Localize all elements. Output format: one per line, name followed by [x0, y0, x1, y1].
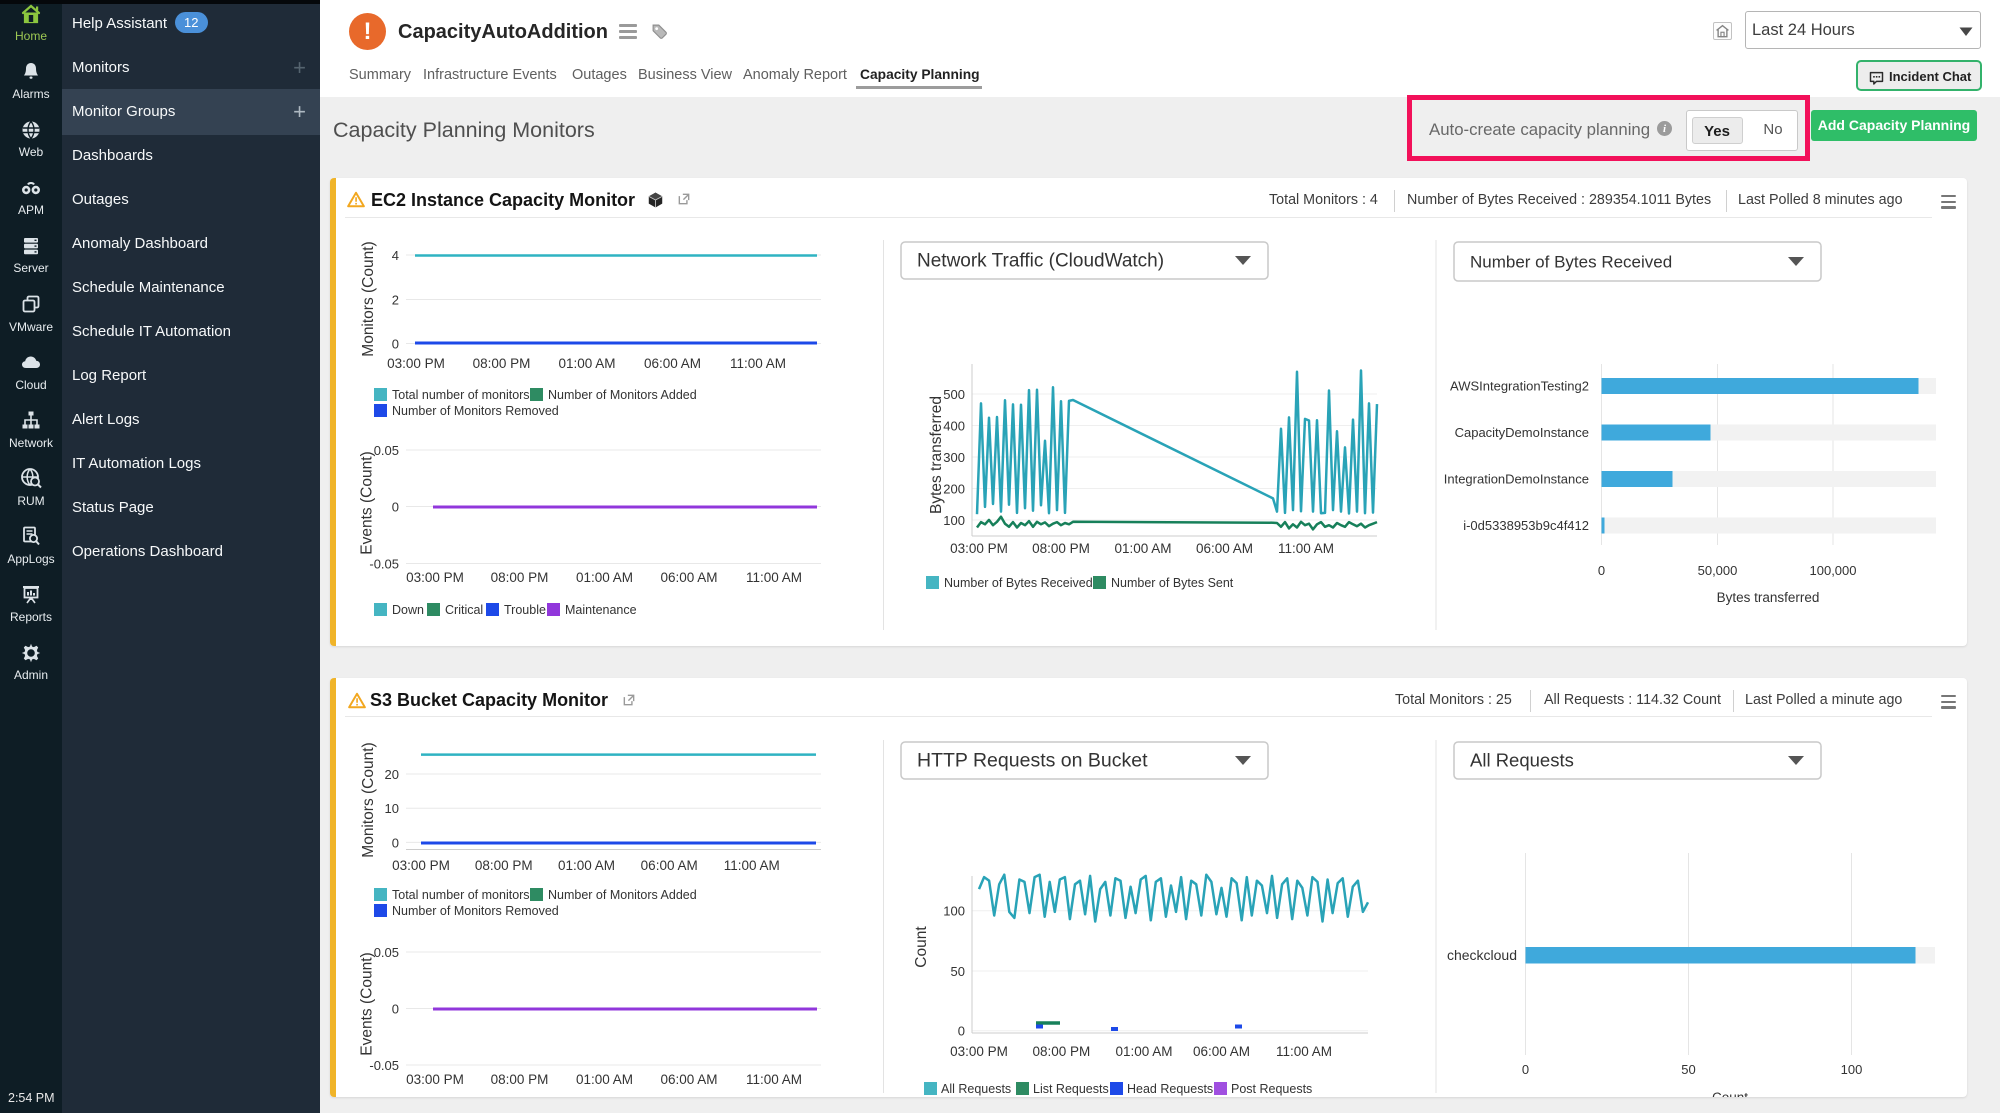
svg-text:4: 4	[392, 248, 399, 263]
svg-text:0: 0	[392, 337, 399, 352]
svg-text:06:00 AM: 06:00 AM	[644, 356, 701, 371]
svg-text:All Requests: All Requests	[941, 1082, 1011, 1096]
svg-text:Count: Count	[1712, 1090, 1748, 1097]
svg-text:HTTP Requests on Bucket: HTTP Requests on Bucket	[917, 750, 1148, 772]
svg-text:01:00 AM: 01:00 AM	[576, 570, 633, 585]
svg-text:300: 300	[943, 450, 965, 465]
svg-text:06:00 AM: 06:00 AM	[660, 570, 717, 585]
svg-text:03:00 PM: 03:00 PM	[392, 858, 450, 873]
svg-text:Count: Count	[913, 926, 930, 968]
svg-text:Number of Monitors Added: Number of Monitors Added	[548, 888, 697, 902]
svg-text:01:00 AM: 01:00 AM	[1114, 541, 1171, 556]
svg-text:11:00 AM: 11:00 AM	[1276, 1044, 1332, 1059]
svg-text:Number of Monitors Removed: Number of Monitors Removed	[392, 904, 559, 918]
svg-text:08:00 PM: 08:00 PM	[1032, 541, 1090, 556]
svg-text:Down: Down	[392, 603, 424, 617]
svg-text:Post Requests: Post Requests	[1231, 1082, 1312, 1096]
svg-text:01:00 AM: 01:00 AM	[1115, 1044, 1172, 1059]
svg-text:Maintenance: Maintenance	[565, 603, 637, 617]
svg-text:Number of Bytes Received: Number of Bytes Received	[1470, 253, 1672, 272]
svg-text:03:00 PM: 03:00 PM	[406, 1072, 464, 1087]
svg-text:11:00 AM: 11:00 AM	[746, 570, 802, 585]
svg-text:03:00 PM: 03:00 PM	[950, 541, 1008, 556]
svg-text:Number of Bytes Sent: Number of Bytes Sent	[1111, 576, 1234, 590]
svg-text:08:00 PM: 08:00 PM	[1033, 1044, 1091, 1059]
svg-text:Events (Count): Events (Count)	[359, 952, 376, 1055]
svg-text:06:00 AM: 06:00 AM	[1196, 541, 1253, 556]
svg-text:2: 2	[392, 293, 399, 308]
svg-text:06:00 AM: 06:00 AM	[641, 858, 698, 873]
svg-text:Head Requests: Head Requests	[1127, 1082, 1213, 1096]
svg-text:0: 0	[392, 1002, 399, 1017]
svg-text:0.05: 0.05	[374, 945, 399, 960]
svg-text:0: 0	[1522, 1062, 1529, 1077]
svg-text:01:00 AM: 01:00 AM	[558, 356, 615, 371]
svg-text:All Requests: All Requests	[1470, 750, 1574, 771]
svg-text:Number of Bytes Received: Number of Bytes Received	[944, 576, 1093, 590]
svg-text:100,000: 100,000	[1810, 563, 1857, 578]
svg-text:01:00 AM: 01:00 AM	[576, 1072, 633, 1087]
svg-text:Critical: Critical	[445, 603, 483, 617]
svg-text:-0.05: -0.05	[369, 557, 399, 572]
svg-text:Total number of monitors: Total number of monitors	[392, 888, 530, 902]
svg-text:08:00 PM: 08:00 PM	[491, 570, 549, 585]
svg-text:100: 100	[943, 513, 965, 528]
svg-text:11:00 AM: 11:00 AM	[730, 356, 786, 371]
svg-text:Number of Monitors Removed: Number of Monitors Removed	[392, 404, 559, 418]
svg-text:Total number of monitors: Total number of monitors	[392, 388, 530, 402]
svg-text:AWSIntegrationTesting2: AWSIntegrationTesting2	[1450, 379, 1589, 394]
svg-text:03:00 PM: 03:00 PM	[406, 570, 464, 585]
svg-text:08:00 PM: 08:00 PM	[475, 858, 533, 873]
svg-text:checkcloud: checkcloud	[1447, 947, 1517, 963]
svg-text:50,000: 50,000	[1698, 563, 1738, 578]
svg-text:08:00 PM: 08:00 PM	[473, 356, 531, 371]
svg-text:Monitors (Count): Monitors (Count)	[360, 241, 377, 356]
svg-text:0: 0	[1598, 563, 1605, 578]
svg-text:50: 50	[1681, 1062, 1695, 1077]
svg-text:11:00 AM: 11:00 AM	[724, 858, 780, 873]
svg-text:11:00 AM: 11:00 AM	[1278, 541, 1334, 556]
svg-text:Trouble: Trouble	[504, 603, 546, 617]
svg-text:06:00 AM: 06:00 AM	[1193, 1044, 1250, 1059]
svg-text:100: 100	[943, 904, 965, 919]
svg-text:0: 0	[392, 500, 399, 515]
svg-text:i-0d5338953b9c4f412: i-0d5338953b9c4f412	[1463, 518, 1589, 533]
svg-text:CapacityDemoInstance: CapacityDemoInstance	[1455, 425, 1589, 440]
svg-text:50: 50	[951, 964, 965, 979]
svg-text:IntegrationDemoInstance: IntegrationDemoInstance	[1444, 472, 1589, 487]
svg-text:03:00 PM: 03:00 PM	[387, 356, 445, 371]
svg-text:Number of Monitors Added: Number of Monitors Added	[548, 388, 697, 402]
svg-text:Network Traffic (CloudWatch): Network Traffic (CloudWatch)	[917, 251, 1164, 272]
svg-text:400: 400	[943, 419, 965, 434]
svg-text:0: 0	[958, 1024, 965, 1039]
svg-text:-0.05: -0.05	[369, 1058, 399, 1073]
svg-text:0: 0	[392, 835, 399, 850]
svg-text:100: 100	[1841, 1062, 1863, 1077]
svg-text:Bytes transferred: Bytes transferred	[1717, 590, 1820, 605]
svg-text:08:00 PM: 08:00 PM	[491, 1072, 549, 1087]
svg-text:0.05: 0.05	[374, 443, 399, 458]
svg-text:500: 500	[943, 387, 965, 402]
svg-text:06:00 AM: 06:00 AM	[660, 1072, 717, 1087]
svg-text:Events (Count): Events (Count)	[359, 451, 376, 554]
svg-text:01:00 AM: 01:00 AM	[558, 858, 615, 873]
svg-text:03:00 PM: 03:00 PM	[950, 1044, 1008, 1059]
svg-text:Monitors (Count): Monitors (Count)	[360, 742, 377, 857]
svg-text:200: 200	[943, 482, 965, 497]
svg-text:11:00 AM: 11:00 AM	[746, 1072, 802, 1087]
svg-text:10: 10	[385, 801, 399, 816]
svg-text:20: 20	[385, 767, 399, 782]
svg-text:List Requests: List Requests	[1033, 1082, 1109, 1096]
